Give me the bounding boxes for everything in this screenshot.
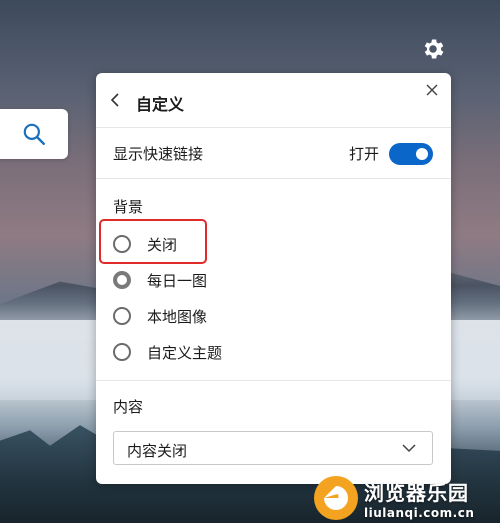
watermark-text: 浏览器乐园 liulanqi.com.cn [364,477,474,520]
chevron-left-icon[interactable] [110,93,120,107]
section-divider [96,380,451,381]
content-select-value: 内容关闭 [127,442,188,460]
search-button[interactable] [0,109,68,159]
close-icon[interactable] [425,83,439,97]
radio-button-selected[interactable] [113,271,131,289]
customize-panel: 自定义 显示快速链接 打开 背景 关闭 每日一图 本地图像 自定义主题 内容 内… [96,73,451,484]
radio-label: 本地图像 [147,307,208,326]
radio-button[interactable] [113,343,131,361]
radio-label: 关闭 [147,235,178,254]
background-section-title: 背景 [113,198,144,216]
content-select[interactable]: 内容关闭 [113,431,433,465]
background-option-local[interactable]: 本地图像 [113,303,207,329]
radio-button[interactable] [113,235,131,253]
quick-links-row: 显示快速链接 打开 [96,128,451,179]
quick-links-toggle[interactable] [389,143,433,165]
radio-label: 每日一图 [147,271,208,290]
toggle-knob [416,148,428,160]
panel-header: 自定义 [96,73,451,128]
radio-button[interactable] [113,307,131,325]
panel-title: 自定义 [136,95,185,114]
background-option-theme[interactable]: 自定义主题 [113,339,222,365]
quick-links-state: 打开 [348,145,379,163]
background-option-off[interactable]: 关闭 [113,231,177,257]
watermark-logo-icon [314,476,358,520]
quick-links-label: 显示快速链接 [113,145,204,163]
search-icon [23,123,45,145]
gear-icon[interactable] [420,36,446,62]
watermark-url: liulanqi.com.cn [364,505,475,520]
watermark: 浏览器乐园 liulanqi.com.cn [314,476,496,520]
watermark-name: 浏览器乐园 [364,480,469,505]
chevron-down-icon [402,444,416,453]
content-section-title: 内容 [113,398,144,416]
background-option-daily[interactable]: 每日一图 [113,267,207,293]
radio-label: 自定义主题 [147,343,223,362]
